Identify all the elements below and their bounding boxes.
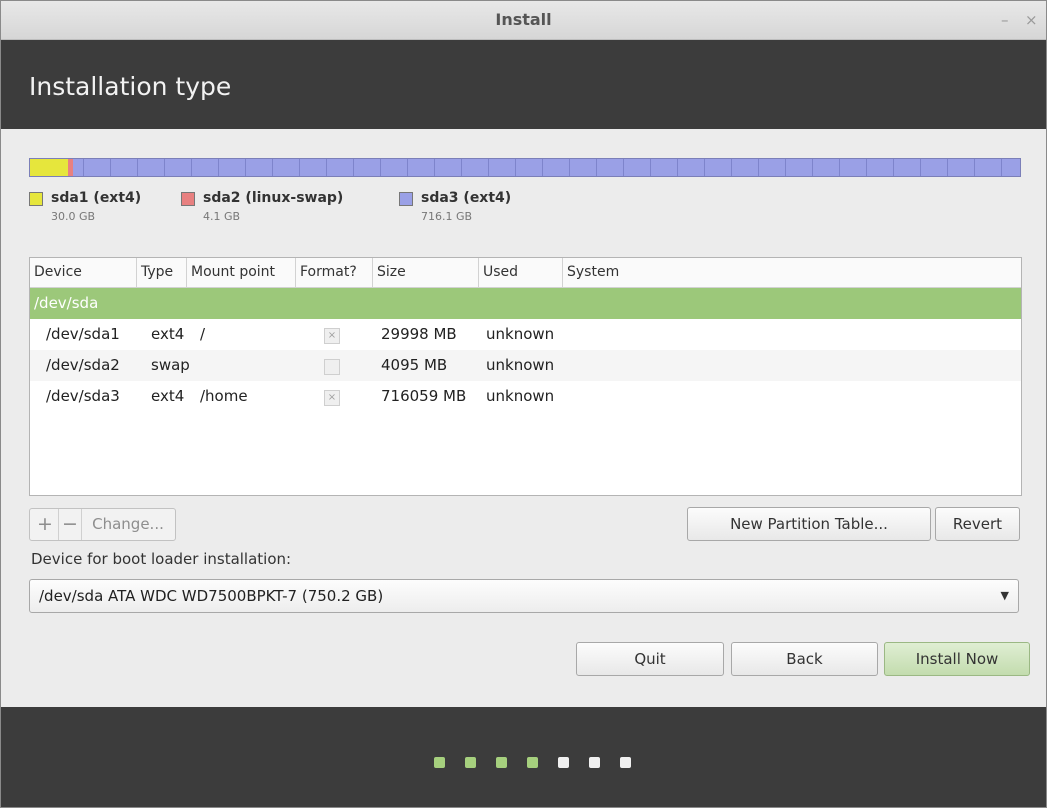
page-header: Installation type	[1, 40, 1046, 129]
boot-loader-label: Device for boot loader installation:	[31, 550, 292, 568]
swatch-icon	[181, 192, 195, 206]
progress-dot-1	[434, 757, 445, 768]
type-cell: ext4	[151, 325, 185, 343]
format-checkbox[interactable]: ×	[324, 390, 340, 406]
page-title: Installation type	[29, 72, 232, 101]
size-cell: 716059 MB	[381, 387, 467, 405]
swatch-icon	[399, 192, 413, 206]
title-bar: Install – ×	[1, 1, 1046, 40]
table-header: Device Type Mount point Format? Size Use…	[30, 258, 1021, 288]
legend-name: sda1 (ext4)	[51, 190, 142, 206]
column-system[interactable]: System	[563, 258, 1019, 287]
column-used[interactable]: Used	[479, 258, 563, 287]
column-type[interactable]: Type	[137, 258, 187, 287]
boot-loader-value: /dev/sda ATA WDC WD7500BPKT-7 (750.2 GB)	[39, 587, 384, 605]
progress-dot-2	[465, 757, 476, 768]
window-title: Install	[495, 10, 552, 29]
partition-table[interactable]: Device Type Mount point Format? Size Use…	[29, 257, 1022, 496]
mount-cell: /home	[200, 387, 248, 405]
format-checkbox[interactable]: ×	[324, 328, 340, 344]
progress-dot-7	[620, 757, 631, 768]
legend-name: sda3 (ext4)	[421, 190, 512, 206]
device-cell: /dev/sda2	[46, 356, 120, 374]
table-row[interactable]: /dev/sda1 ext4 / × 29998 MB unknown	[30, 319, 1021, 350]
back-button[interactable]: Back	[731, 642, 878, 676]
swatch-icon	[29, 192, 43, 206]
progress-dot-3	[496, 757, 507, 768]
legend-name: sda2 (linux-swap)	[203, 190, 344, 206]
partition-bar-sda1	[30, 159, 68, 176]
installer-window: Install – × Installation type sda1 (ext4…	[0, 0, 1047, 808]
table-row[interactable]: /dev/sda3 ext4 /home × 716059 MB unknown	[30, 381, 1021, 412]
legend-size: 30.0 GB	[51, 210, 96, 223]
table-row-group[interactable]: /dev/sda	[30, 288, 1021, 319]
mount-cell: /	[200, 325, 206, 343]
quit-button[interactable]: Quit	[576, 642, 724, 676]
size-cell: 4095 MB	[381, 356, 448, 374]
add-partition-button[interactable]: +	[34, 509, 56, 540]
column-size[interactable]: Size	[373, 258, 479, 287]
partition-bar	[29, 158, 1021, 177]
legend-size: 4.1 GB	[203, 210, 241, 223]
chevron-down-icon[interactable]: ▼	[1001, 580, 1009, 612]
close-button[interactable]: ×	[1025, 11, 1038, 29]
used-cell: unknown	[486, 356, 555, 374]
revert-button[interactable]: Revert	[935, 507, 1020, 541]
install-now-button[interactable]: Install Now	[884, 642, 1030, 676]
used-cell: unknown	[486, 387, 555, 405]
legend-size: 716.1 GB	[421, 210, 473, 223]
partition-edit-buttons: + − Change...	[29, 508, 176, 541]
size-cell: 29998 MB	[381, 325, 457, 343]
footer	[1, 707, 1046, 807]
column-mount-point[interactable]: Mount point	[187, 258, 296, 287]
type-cell: ext4	[151, 387, 185, 405]
column-device[interactable]: Device	[30, 258, 137, 287]
progress-dot-6	[589, 757, 600, 768]
progress-dot-5	[558, 757, 569, 768]
minimize-button[interactable]: –	[1001, 11, 1009, 29]
boot-loader-select[interactable]: /dev/sda ATA WDC WD7500BPKT-7 (750.2 GB)…	[29, 579, 1019, 613]
column-format[interactable]: Format?	[296, 258, 373, 287]
used-cell: unknown	[486, 325, 555, 343]
format-checkbox[interactable]	[324, 359, 340, 375]
progress-dot-4	[527, 757, 538, 768]
table-row[interactable]: /dev/sda2 swap 4095 MB unknown	[30, 350, 1021, 381]
change-partition-button[interactable]: Change...	[84, 509, 172, 540]
partition-bar-sda2	[68, 159, 73, 176]
new-partition-table-button[interactable]: New Partition Table...	[687, 507, 931, 541]
device-cell: /dev/sda3	[46, 387, 120, 405]
type-cell: swap	[151, 356, 190, 374]
device-cell: /dev/sda	[34, 294, 99, 312]
device-cell: /dev/sda1	[46, 325, 120, 343]
remove-partition-button[interactable]: −	[58, 509, 82, 540]
